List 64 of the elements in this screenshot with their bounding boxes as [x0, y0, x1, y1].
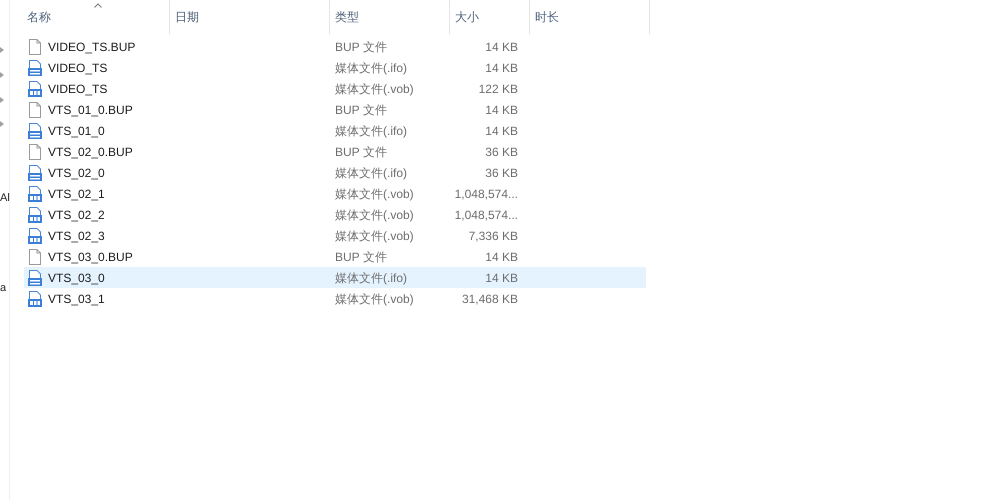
file-icon: [28, 144, 42, 160]
media-file-icon: [28, 122, 42, 138]
file-size: 14 KB: [484, 60, 518, 76]
file-type: 媒体文件(.vob): [334, 80, 415, 98]
file-size: 14 KB: [484, 122, 518, 140]
expand-arrow-icon[interactable]: [0, 47, 4, 53]
file-size: 1,048,574...: [454, 186, 518, 202]
media-file-icon: [28, 186, 42, 202]
file-size: 14 KB: [484, 38, 518, 56]
file-icon: [28, 102, 42, 118]
file-name: VTS_02_2: [48, 206, 105, 224]
expand-arrow-icon[interactable]: [0, 97, 4, 103]
file-type: 媒体文件(.ifo): [334, 122, 408, 140]
file-row[interactable]: VTS_03_0 媒体文件(.ifo) 14 KB: [24, 267, 646, 288]
file-type: BUP 文件: [334, 102, 388, 118]
file-type: 媒体文件(.vob): [334, 206, 415, 224]
media-file-icon: [28, 228, 42, 244]
column-header[interactable]: 大小: [450, 0, 530, 34]
file-type: 媒体文件(.vob): [334, 290, 415, 308]
file-name: VIDEO_TS: [48, 80, 108, 98]
file-name: VTS_02_0: [48, 164, 105, 182]
column-header[interactable]: 日期: [170, 0, 330, 34]
file-name: VTS_03_0.BUP: [48, 248, 133, 266]
media-file-icon: [28, 270, 42, 286]
file-size: 31,468 KB: [460, 290, 518, 308]
file-size: 122 KB: [478, 80, 518, 98]
file-name: VTS_03_1: [48, 290, 105, 308]
file-size: 36 KB: [484, 164, 518, 182]
media-file-icon: [28, 80, 42, 96]
file-name: VTS_02_1: [48, 186, 105, 202]
file-type: BUP 文件: [334, 248, 388, 266]
file-icon: [28, 248, 42, 264]
file-size: 1,048,574...: [454, 206, 518, 224]
file-size: 36 KB: [484, 144, 518, 160]
media-file-icon: [28, 164, 42, 180]
file-size: 14 KB: [484, 102, 518, 118]
column-header[interactable]: 时长: [530, 0, 650, 34]
file-size: 14 KB: [484, 270, 518, 286]
file-name: VTS_01_0: [48, 122, 105, 140]
file-name: VTS_02_3: [48, 228, 105, 244]
file-type: 媒体文件(.vob): [334, 186, 415, 202]
file-type: 媒体文件(.ifo): [334, 270, 408, 286]
column-header[interactable]: 类型: [330, 0, 450, 34]
column-header[interactable]: 名称: [24, 0, 170, 34]
media-file-icon: [28, 206, 42, 222]
media-file-icon: [28, 290, 42, 306]
file-size: 7,336 KB: [468, 228, 518, 244]
file-type: 媒体文件(.ifo): [334, 164, 408, 182]
expand-arrow-icon[interactable]: [0, 121, 4, 127]
file-name: VTS_03_0: [48, 270, 105, 286]
file-name: VTS_01_0.BUP: [48, 102, 133, 118]
nav-item[interactable]: a: [0, 280, 6, 296]
file-size: 14 KB: [484, 248, 518, 266]
file-type: 媒体文件(.vob): [334, 228, 415, 244]
media-file-icon: [28, 60, 42, 76]
file-name: VIDEO_TS: [48, 60, 108, 76]
nav-item[interactable]: Al: [0, 190, 10, 206]
expand-arrow-icon[interactable]: [0, 72, 4, 78]
file-name: VTS_02_0.BUP: [48, 144, 133, 160]
file-icon: [28, 38, 42, 54]
file-name: VIDEO_TS.BUP: [48, 38, 136, 56]
file-type: BUP 文件: [334, 144, 388, 160]
file-type: BUP 文件: [334, 38, 388, 56]
file-type: 媒体文件(.ifo): [334, 60, 408, 76]
